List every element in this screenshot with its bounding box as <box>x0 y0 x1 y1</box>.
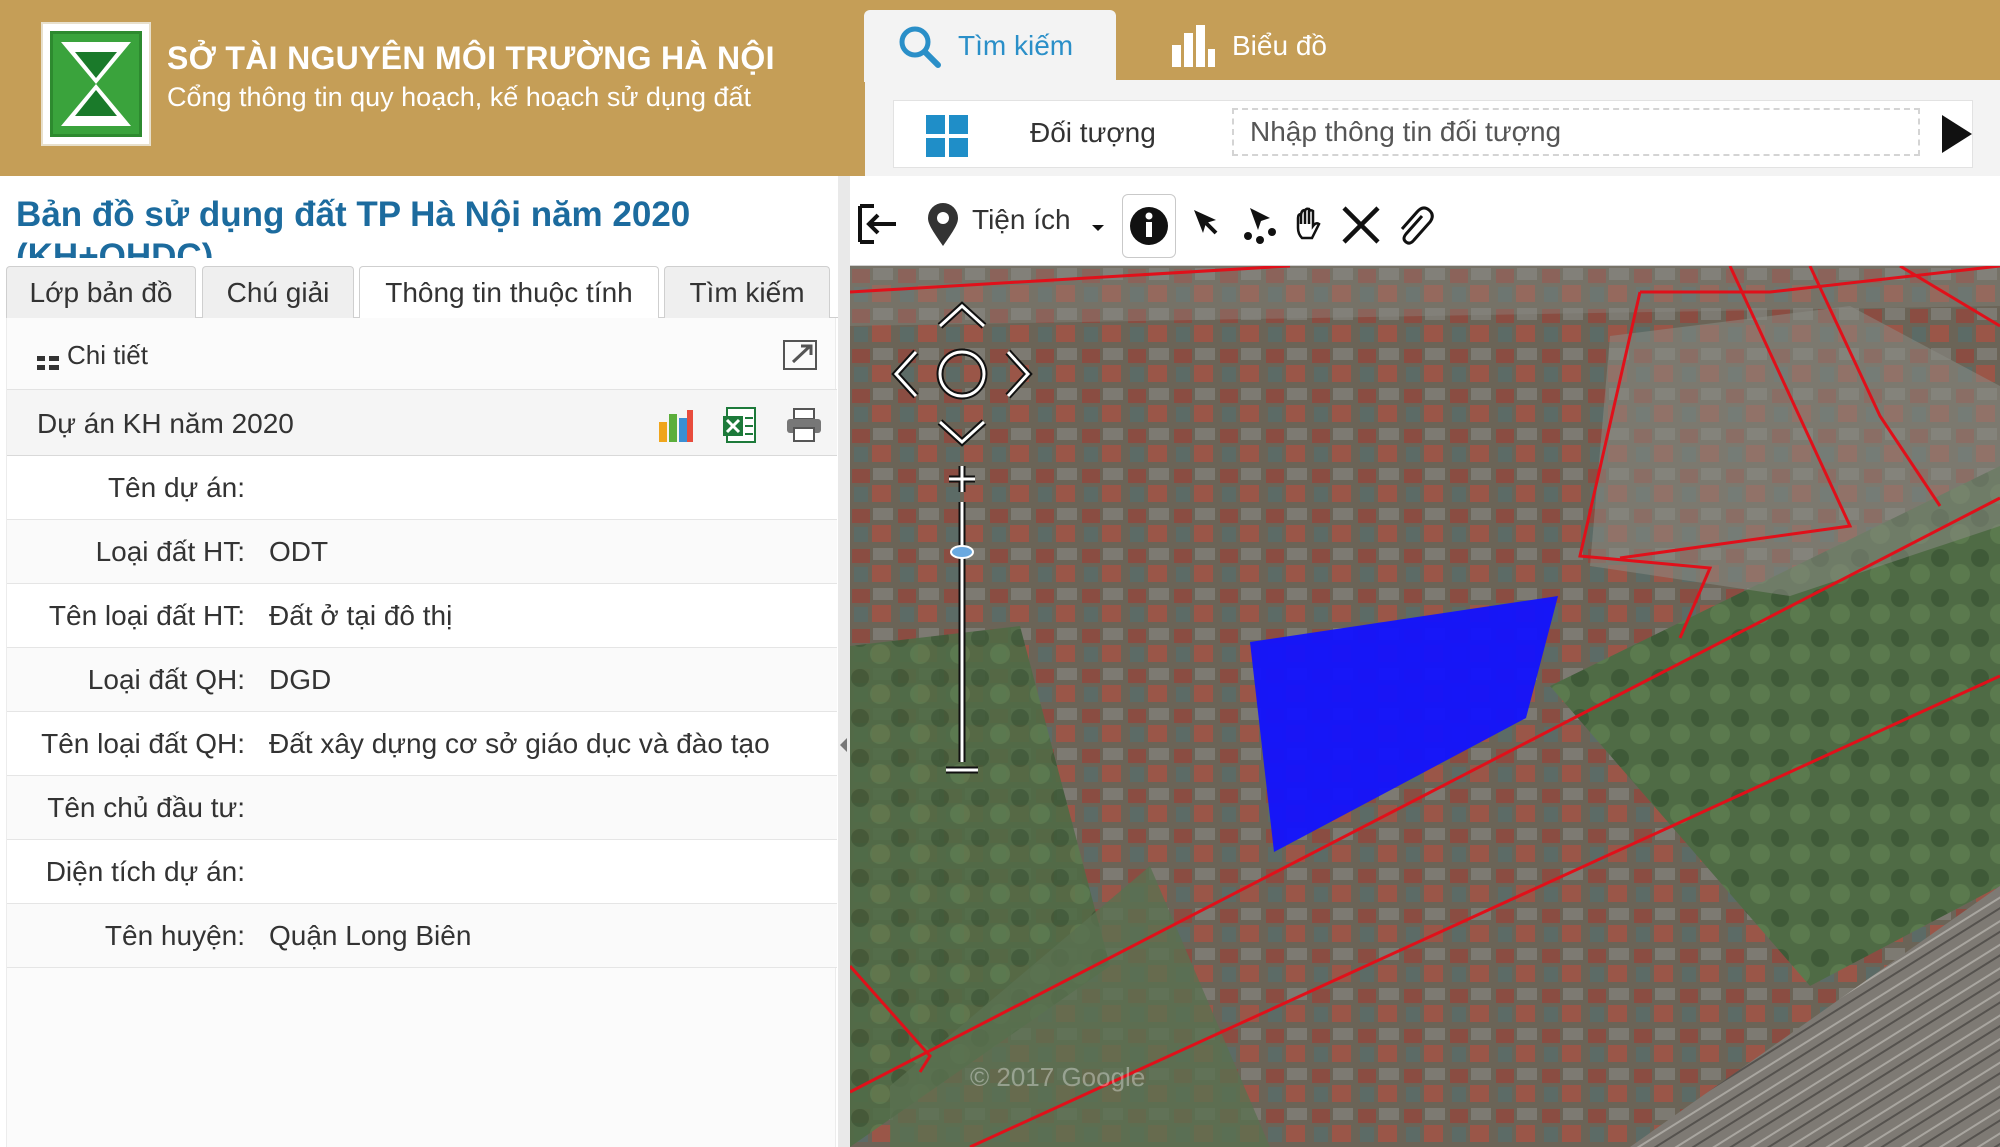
attribute-key: Tên dự án: <box>107 472 245 503</box>
print-icon[interactable] <box>785 406 823 444</box>
utility-menu[interactable]: Tiện ích <box>972 204 1071 236</box>
panel-splitter[interactable] <box>838 176 850 1147</box>
tab-search[interactable]: Tìm kiếm <box>864 10 1116 82</box>
attribute-key: Tên loại đất QH: <box>41 728 245 759</box>
attribute-key: Loại đất QH: <box>87 664 245 695</box>
pan-hand-icon[interactable] <box>1286 202 1332 248</box>
dropdown-caret-icon[interactable] <box>1090 220 1106 232</box>
object-search-box: Đối tượng <box>893 100 1973 168</box>
project-header: Dự án KH năm 2020 <box>7 390 837 456</box>
select-pointer-icon[interactable] <box>1186 202 1232 248</box>
tab-chart[interactable]: Biểu đồ <box>1170 10 1370 82</box>
attribute-key: Tên huyện: <box>104 920 245 951</box>
tab-attribute-info[interactable]: Thông tin thuộc tính <box>359 266 659 319</box>
attribute-row: Tên loại đất QH: Đất xây dựng cơ sở giáo … <box>7 712 837 776</box>
bar-chart-icon <box>1172 25 1215 67</box>
logo-mark-icon <box>61 42 131 126</box>
department-logo[interactable] <box>41 22 151 146</box>
grid-menu-icon[interactable] <box>926 115 968 157</box>
panel-tabs: Lớp bản đồ Chú giải Thông tin thuộc tính… <box>6 264 842 319</box>
imagery-watermark: © 2017 Google <box>970 1062 1145 1092</box>
info-panel: Bản đồ sử dụng đất TP Hà Nội năm 2020 (K… <box>0 176 848 1147</box>
site-header: SỞ TÀI NGUYÊN MÔI TRƯỜNG HÀ NỘI Cổng thô… <box>0 0 865 176</box>
attribute-value: Quận Long Biên <box>269 920 472 951</box>
detail-header: Chi tiết <box>7 318 837 390</box>
map-title: Bản đồ sử dụng đất TP Hà Nội năm 2020 (K… <box>16 195 691 258</box>
detail-label: Chi tiết <box>67 340 148 370</box>
tab-chart-label: Biểu đồ <box>1232 30 1327 61</box>
attribute-key: Tên chủ đầu tư: <box>47 792 245 823</box>
object-label: Đối tượng <box>1030 117 1156 148</box>
project-label: Dự án KH năm 2020 <box>37 408 294 439</box>
search-icon <box>899 26 941 68</box>
collapse-arrow-icon[interactable] <box>840 738 847 752</box>
site-title: SỞ TÀI NGUYÊN MÔI TRƯỜNG HÀ NỘI <box>167 40 775 76</box>
attribute-value: Đất xây dựng cơ sở giáo dục và đào tạo <box>269 728 770 759</box>
pan-up-icon[interactable] <box>937 301 987 329</box>
pan-left-icon[interactable] <box>891 349 919 399</box>
object-search-bar: Đối tượng <box>865 80 2000 176</box>
excel-export-icon[interactable] <box>721 406 759 444</box>
select-multiple-icon[interactable] <box>1236 202 1282 248</box>
object-search-input[interactable] <box>1232 108 1920 156</box>
attribute-key: Loại đất HT: <box>95 536 245 567</box>
attribute-value: ODT <box>269 536 329 567</box>
close-icon[interactable] <box>1338 202 1384 248</box>
attribute-row: Loại đất HT: ODT <box>7 520 837 584</box>
attribute-row: Tên huyện: Quận Long Biên <box>7 904 837 968</box>
pan-right-icon[interactable] <box>1005 349 1033 399</box>
attribute-key: Diện tích dự án: <box>45 856 245 887</box>
map-toolbar: Tiện ích <box>850 188 2000 266</box>
zoom-slider-handle[interactable] <box>950 545 974 559</box>
info-icon <box>1130 207 1168 245</box>
map-view[interactable]: © 2017 Google <box>850 266 2000 1147</box>
identify-button[interactable] <box>1122 194 1176 258</box>
attachment-icon[interactable] <box>1390 202 1436 248</box>
map-navigation-control <box>891 301 1033 774</box>
attribute-row: Tên loại đất HT: Đất ở tại đô thị <box>7 584 837 648</box>
chart-export-icon[interactable] <box>657 406 695 444</box>
expand-icon[interactable] <box>783 340 817 370</box>
site-subtitle: Cổng thông tin quy hoạch, kế hoạch sử dụ… <box>167 82 751 112</box>
attribute-row: Tên dự án: <box>7 456 837 520</box>
search-submit-button[interactable] <box>1942 115 1972 153</box>
tab-search-panel[interactable]: Tìm kiếm <box>664 266 830 318</box>
tab-legend[interactable]: Chú giải <box>202 266 354 318</box>
pan-down-icon[interactable] <box>937 419 987 447</box>
exit-icon[interactable] <box>856 202 902 248</box>
tab-search-label: Tìm kiếm <box>958 30 1074 61</box>
attribute-row: Loại đất QH: DGD <box>7 648 837 712</box>
list-icon <box>37 356 59 372</box>
logo-emblem <box>50 31 142 137</box>
location-pin-icon[interactable] <box>920 202 966 248</box>
tab-map-layers[interactable]: Lớp bản đồ <box>6 266 196 318</box>
attribute-key: Tên loại đất HT: <box>48 600 245 631</box>
attribute-value: Đất ở tại đô thị <box>269 600 453 631</box>
attribute-row: Tên chủ đầu tư: <box>7 776 837 840</box>
attribute-panel: Chi tiết Dự án KH năm 2020 Tên dự án: Lo… <box>6 318 837 1147</box>
attribute-row: Diện tích dự án: <box>7 840 837 904</box>
attribute-value: DGD <box>269 664 332 695</box>
